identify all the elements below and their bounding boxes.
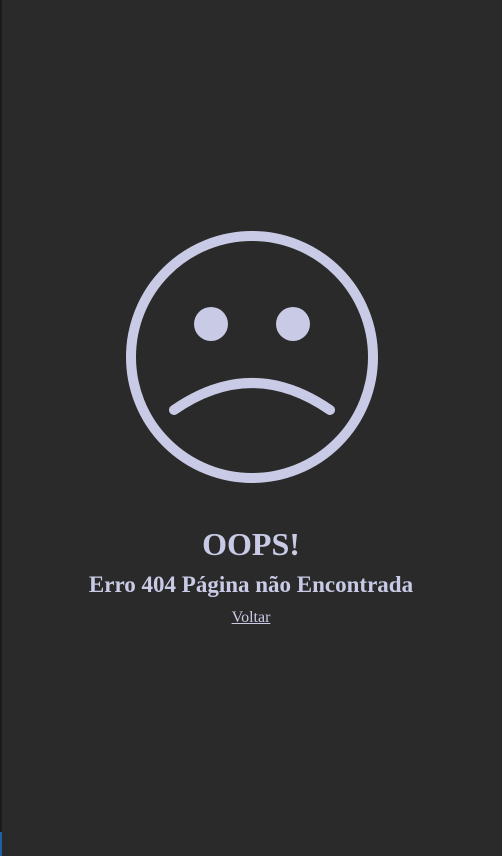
error-heading: OOPS! bbox=[202, 526, 300, 562]
error-message: Erro 404 Página não Encontrada bbox=[88, 572, 414, 597]
face-outline bbox=[126, 231, 378, 483]
left-eye bbox=[194, 307, 228, 341]
sad-face-icon bbox=[125, 230, 379, 484]
right-eye bbox=[276, 307, 310, 341]
error-page: OOPS! Erro 404 Página não Encontrada Vol… bbox=[0, 0, 502, 856]
back-link-container: Voltar bbox=[0, 608, 502, 628]
sad-face-svg bbox=[126, 231, 378, 483]
back-link[interactable]: Voltar bbox=[232, 609, 271, 626]
frown-mouth bbox=[169, 378, 335, 415]
